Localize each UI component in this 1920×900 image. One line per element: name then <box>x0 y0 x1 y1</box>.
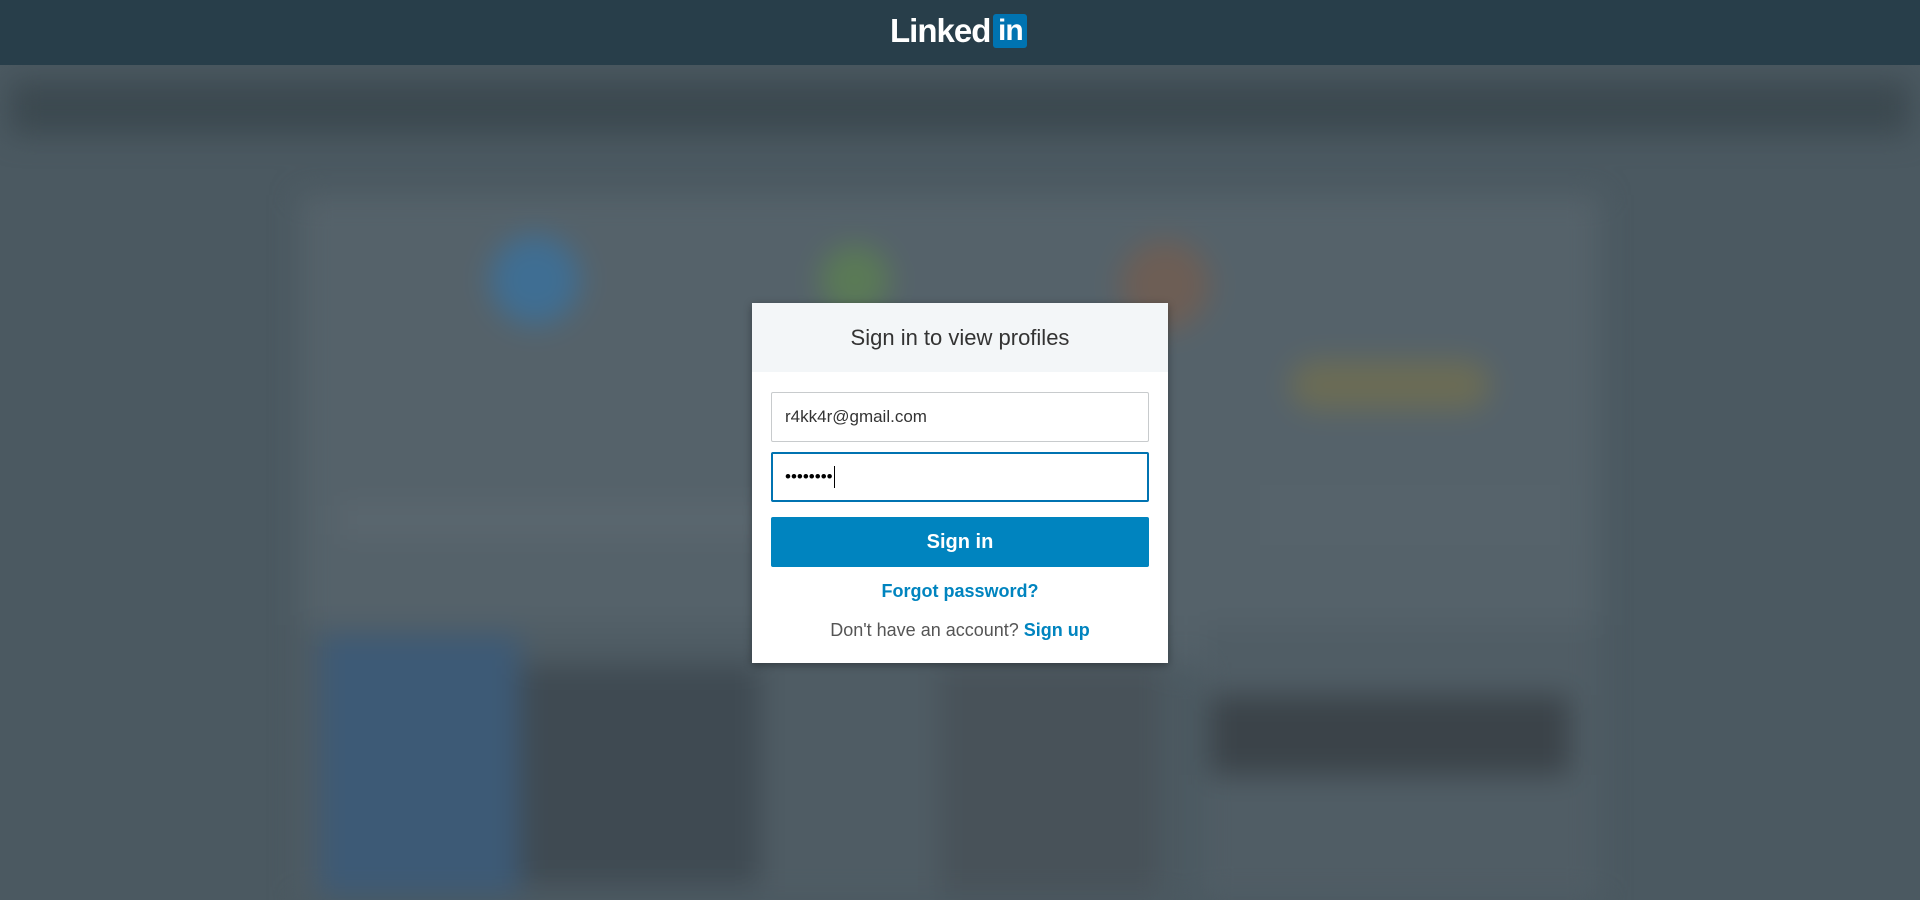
no-account-text: Don't have an account? <box>830 620 1019 640</box>
background-image <box>940 665 1160 895</box>
password-field[interactable] <box>771 452 1149 502</box>
background-image <box>520 665 760 885</box>
password-row <box>771 452 1149 502</box>
logo-wordmark: Linked <box>890 12 991 49</box>
forgot-password-link[interactable]: Forgot password? <box>771 581 1149 602</box>
sign-up-link[interactable]: Sign up <box>1024 620 1090 640</box>
sign-in-button[interactable]: Sign in <box>771 517 1149 567</box>
email-field[interactable] <box>771 392 1149 442</box>
text-caret <box>834 466 835 488</box>
linkedin-logo[interactable]: Linked in <box>890 12 1028 49</box>
background-nav <box>10 80 1910 135</box>
background-block <box>1210 695 1570 775</box>
top-header: Linked in <box>0 0 1920 65</box>
background-avatar <box>490 235 580 325</box>
background-text-line <box>1260 485 1560 545</box>
logo-in-box: in <box>993 14 1028 48</box>
sign-in-modal: Sign in to view profiles Sign in Forgot … <box>752 303 1168 663</box>
signup-prompt: Don't have an account? Sign up <box>771 620 1149 641</box>
modal-title: Sign in to view profiles <box>850 324 1070 350</box>
modal-header: Sign in to view profiles <box>752 303 1168 372</box>
modal-body: Sign in Forgot password? Don't have an a… <box>752 372 1168 641</box>
background-button <box>1290 360 1490 410</box>
background-image <box>320 635 520 895</box>
